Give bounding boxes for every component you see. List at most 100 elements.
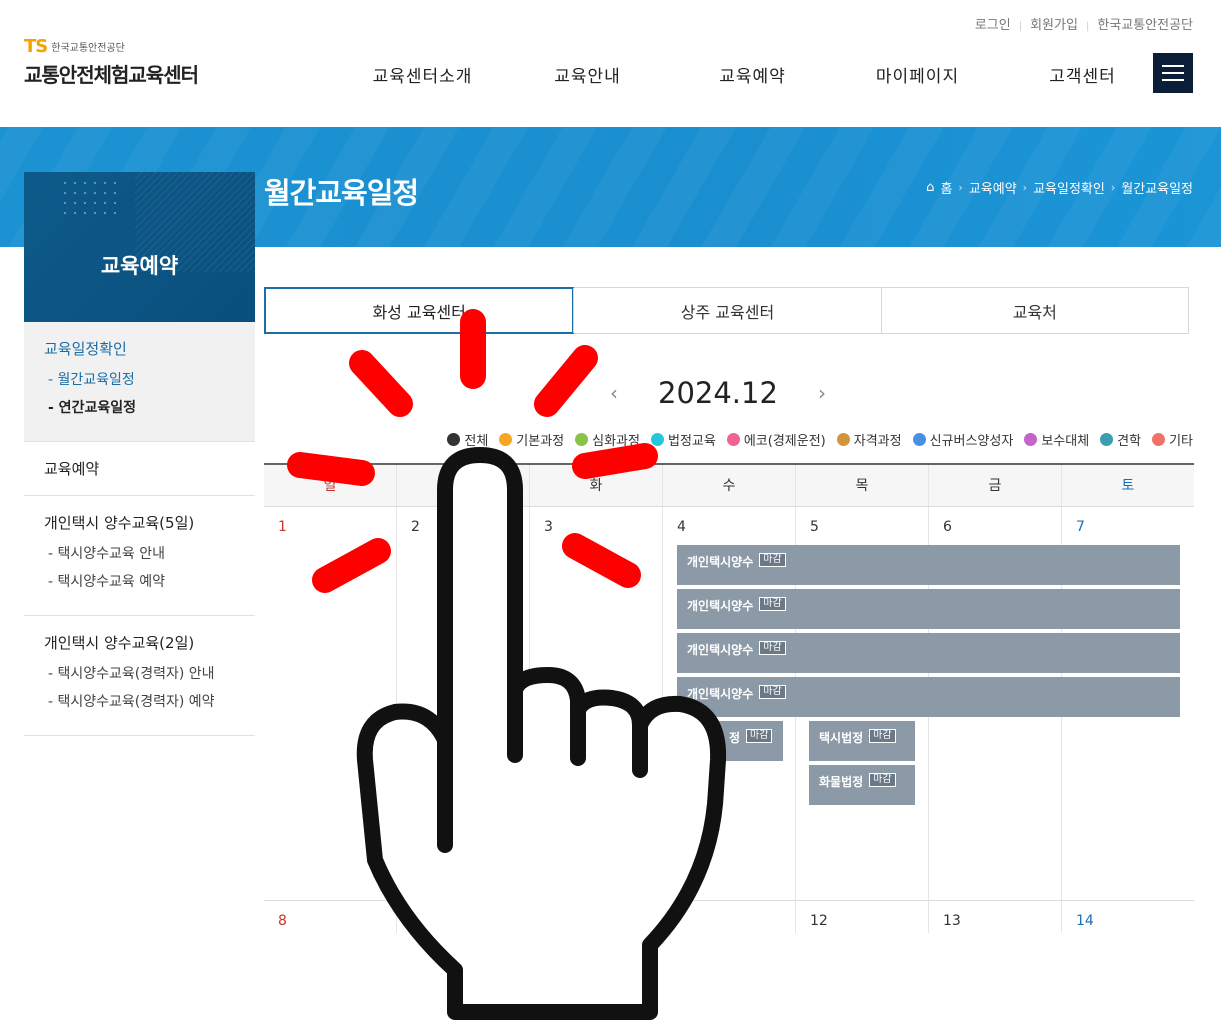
calendar-day: 2 — [396, 507, 529, 900]
event-title: 개인택시양수 — [687, 555, 754, 569]
signup-link[interactable]: 회원가입 — [1030, 18, 1078, 33]
chevron-left-icon[interactable]: ‹ — [610, 381, 618, 405]
tab-sangju[interactable]: 상주 교육센터 — [573, 288, 880, 333]
logo-org-name: 한국교통안전공단 — [51, 43, 125, 54]
sidebar-item-taxi-5day[interactable]: 개인택시 양수교육(5일) — [44, 512, 235, 533]
event-title: 화물법정 — [819, 775, 864, 789]
month-navigator: ‹ 2024.12 › — [610, 376, 826, 410]
login-link[interactable]: 로그인 — [975, 18, 1011, 33]
event-title: 택시법정 — [819, 731, 864, 745]
ts-logo-mark: TS — [24, 36, 48, 57]
legend-label: 전체 — [464, 434, 489, 449]
logo-title: 교통안전체험교육센터 — [24, 63, 199, 87]
legend-item[interactable]: 심화과정 — [575, 430, 640, 449]
sidebar-item-schedule-check[interactable]: 교육일정확인 — [44, 338, 235, 359]
hamburger-menu-button[interactable] — [1153, 53, 1193, 93]
legend-item[interactable]: 법정교육 — [650, 430, 716, 449]
sidebar-item-taxi-2day[interactable]: 개인택시 양수교육(2일) — [44, 632, 235, 653]
day-number: 14 — [1076, 913, 1094, 929]
sidebar-group-taxi-5day: 개인택시 양수교육(5일) - 택시양수교육 안내 - 택시양수교육 예약 — [24, 496, 255, 616]
nav-mypage[interactable]: 마이페이지 — [835, 62, 1000, 87]
weekday-tue: 화 — [529, 465, 662, 506]
legend-item[interactable]: 기본과정 — [499, 430, 564, 449]
day-number: 1 — [278, 519, 287, 535]
sidebar-sub-taxi-booking[interactable]: - 택시양수교육 예약 — [48, 571, 235, 591]
nav-education-booking[interactable]: 교육예약 — [670, 62, 835, 87]
category-legend: 전체 기본과정 심화과정 법정교육 에코(경제운전) 자격과정 신규버스양성자 보수대체 견학 기… — [447, 430, 1193, 449]
legend-dot-icon — [912, 433, 926, 446]
event-title: 개인택시양수 — [687, 643, 754, 657]
legend-label: 기본과정 — [516, 434, 565, 449]
nav-customer-center[interactable]: 고객센터 — [1000, 62, 1165, 87]
nav-education-info[interactable]: 교육안내 — [505, 62, 670, 87]
sidebar-sub-taxi-info[interactable]: - 택시양수교육 안내 — [48, 543, 235, 563]
crumb-monthly[interactable]: 월간교육일정 — [1121, 178, 1193, 197]
legend-dot-icon — [447, 433, 461, 446]
event-title: 개인택시양수 — [687, 599, 754, 613]
legend-item[interactable]: 신규버스양성자 — [912, 430, 1013, 449]
weekday-sat: 토 — [1061, 465, 1194, 506]
calendar-day: 12 — [795, 901, 928, 933]
weekday-thu: 목 — [795, 465, 928, 506]
sidebar-group-booking: 교육예약 — [24, 442, 255, 496]
nav-center-intro[interactable]: 교육센터소개 — [340, 62, 505, 87]
day-number: 3 — [544, 519, 553, 535]
closed-badge: 마감 — [869, 729, 896, 743]
day-number: 12 — [810, 913, 828, 929]
calendar-event[interactable]: 개인택시양수 마감 — [677, 677, 1180, 717]
weekday-fri: 금 — [928, 465, 1061, 506]
sidebar-sub-taxi-exp-info[interactable]: - 택시양수교육(경력자) 안내 — [48, 663, 235, 683]
calendar-day: 8 — [264, 901, 396, 933]
crumb-home[interactable]: 홈 — [940, 178, 952, 197]
calendar-day — [529, 901, 662, 933]
tab-education-office[interactable]: 교육처 — [880, 288, 1188, 333]
closed-badge: 마감 — [759, 641, 786, 655]
tab-hwaseong[interactable]: 화성 교육센터 — [264, 287, 575, 334]
calendar-day: 14 — [1061, 901, 1194, 933]
legend-dot-icon — [499, 433, 513, 446]
sidebar-sub-taxi-exp-booking[interactable]: - 택시양수교육(경력자) 예약 — [48, 691, 235, 711]
chevron-right-icon[interactable]: › — [818, 381, 826, 405]
legend-label: 자격과정 — [853, 434, 902, 449]
legend-item[interactable]: 전체 — [447, 430, 488, 449]
calendar-event[interactable]: 택시법정 마감 — [809, 721, 915, 761]
closed-badge: 마감 — [759, 685, 786, 699]
crumb-booking[interactable]: 교육예약 — [969, 178, 1017, 197]
page-title: 월간교육일정 — [264, 176, 419, 210]
sidebar-title: 교육예약 — [100, 254, 179, 278]
legend-item[interactable]: 보수대체 — [1024, 430, 1089, 449]
crumb-schedule[interactable]: 교육일정확인 — [1033, 178, 1105, 197]
legend-dot-icon — [650, 433, 664, 446]
main-nav: 교육센터소개 교육안내 교육예약 마이페이지 고객센터 — [340, 62, 1165, 87]
legend-item[interactable]: 기타 — [1152, 430, 1193, 449]
legend-item[interactable]: 에코(경제운전) — [726, 430, 826, 449]
legend-label: 심화과정 — [592, 434, 640, 449]
day-number: 13 — [943, 913, 961, 929]
closed-badge: 마감 — [759, 553, 786, 567]
kotsa-link[interactable]: 한국교통안전공단 — [1097, 18, 1193, 33]
calendar-event[interactable]: 정 마감 — [677, 721, 783, 761]
day-number: 7 — [1076, 519, 1085, 535]
legend-dot-icon — [575, 433, 589, 446]
legend-label: 에코(경제운전) — [743, 434, 826, 449]
calendar-event[interactable]: 개인택시양수 마감 — [677, 589, 1180, 629]
sidebar-sub-yearly[interactable]: - 연간교육일정 — [48, 397, 235, 417]
legend-label: 법정교육 — [667, 434, 716, 449]
sidebar-group-taxi-2day: 개인택시 양수교육(2일) - 택시양수교육(경력자) 안내 - 택시양수교육(… — [24, 616, 255, 736]
legend-item[interactable]: 견학 — [1100, 430, 1141, 449]
calendar-event[interactable]: 화물법정 마감 — [809, 765, 915, 805]
weekday-sun: 일 — [323, 478, 337, 494]
legend-label: 기타 — [1169, 434, 1193, 449]
calendar-day: 3 — [529, 507, 662, 900]
sidebar-sub-monthly[interactable]: - 월간교육일정 — [48, 369, 235, 389]
calendar-event[interactable]: 개인택시양수 마감 — [677, 545, 1180, 585]
calendar-weekday-header: 일 월 화 수 목 금 토 — [264, 465, 1194, 507]
sidebar-item-booking[interactable]: 교육예약 — [44, 458, 235, 479]
site-logo[interactable]: TS 한국교통안전공단 교통안전체험교육센터 — [24, 36, 199, 88]
home-icon[interactable]: ⌂ — [926, 180, 934, 195]
sidebar-header: 교육예약 — [24, 172, 255, 322]
current-month: 2024.12 — [658, 376, 778, 410]
legend-item[interactable]: 자격과정 — [836, 430, 902, 449]
calendar-event[interactable]: 개인택시양수 마감 — [677, 633, 1180, 673]
legend-dot-icon — [726, 433, 740, 446]
